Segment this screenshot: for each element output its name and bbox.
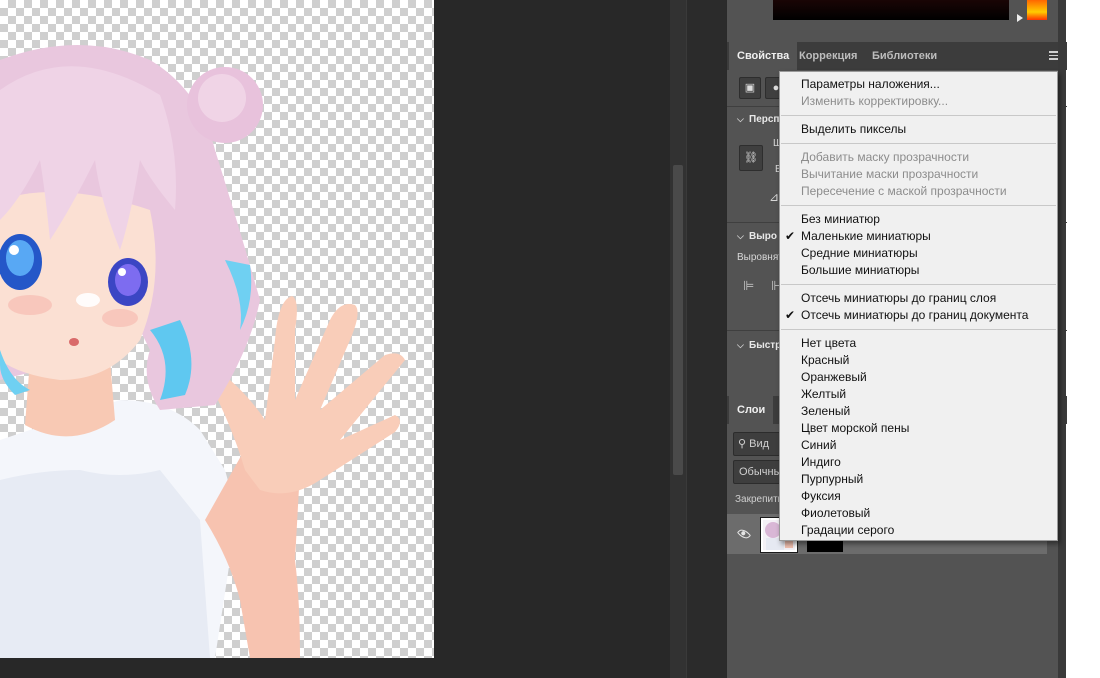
menu-item[interactable]: Красный: [780, 352, 1057, 369]
menu-item[interactable]: Нет цвета: [780, 335, 1057, 352]
menu-item-label: Параметры наложения...: [801, 77, 940, 91]
document-canvas[interactable]: [0, 0, 434, 658]
menu-item-label: Индиго: [801, 455, 841, 469]
menu-item-label: Без миниатюр: [801, 212, 880, 226]
visibility-eye-icon[interactable]: [736, 526, 752, 542]
layer-context-menu: Параметры наложения... Изменить корректир…: [779, 71, 1058, 541]
menu-item[interactable]: Параметры наложения...: [780, 76, 1057, 93]
tab-properties[interactable]: Свойства: [729, 42, 798, 70]
tab-libraries[interactable]: Библиотеки: [864, 42, 945, 70]
character-illustration: [0, 45, 405, 658]
chevron-down-icon: ⌵: [737, 114, 744, 124]
checkmark-icon: ✔: [785, 229, 796, 243]
menu-item-label: Вычитание маски прозрачности: [801, 167, 979, 181]
menu-item: Изменить корректировку...: [780, 93, 1057, 110]
section-transform-header[interactable]: ⌵ Персп: [737, 114, 779, 125]
menu-item: Пересечение с маской прозрачности: [780, 183, 1057, 200]
menu-item-label: Средние миниатюры: [801, 246, 918, 260]
lock-label: Закрепить: [735, 494, 783, 505]
layers-filter-label: Вид: [749, 438, 770, 450]
menu-item-label: Маленькие миниатюры: [801, 229, 931, 243]
menu-item-label: Синий: [801, 438, 837, 452]
align-label: Выровнят: [737, 252, 783, 263]
color-picker-field[interactable]: [773, 0, 1009, 20]
menu-item[interactable]: Зеленый: [780, 403, 1057, 420]
menu-item[interactable]: Пурпурный: [780, 471, 1057, 488]
menu-item[interactable]: ✔ Отсечь миниатюры до границ документа: [780, 307, 1057, 324]
hue-slider-marker[interactable]: [1017, 14, 1023, 22]
scrollbar-thumb[interactable]: [673, 165, 683, 475]
menu-item[interactable]: Фуксия: [780, 488, 1057, 505]
link-icon[interactable]: ⛓: [739, 145, 763, 171]
menu-item-label: Большие миниатюры: [801, 263, 920, 277]
menu-separator: [781, 205, 1056, 206]
align-left-icon[interactable]: ⊫: [743, 278, 754, 294]
menu-item-label: Выделить пикселы: [801, 122, 907, 136]
search-icon: ⚲: [738, 438, 747, 450]
menu-item-label: Пурпурный: [801, 472, 864, 486]
menu-item-label: Фиолетовый: [801, 506, 871, 520]
properties-tab-bar: Свойства Коррекция Библиотеки: [727, 42, 1067, 70]
checkmark-icon: ✔: [785, 308, 796, 322]
menu-separator: [781, 284, 1056, 285]
section-quick-actions-header[interactable]: ⌵ Быстр: [737, 340, 781, 351]
menu-item[interactable]: Большие миниатюры: [780, 262, 1057, 279]
menu-item-label: Пересечение с маской прозрачности: [801, 184, 1007, 198]
menu-item[interactable]: ✔ Маленькие миниатюры: [780, 228, 1057, 245]
menu-item[interactable]: Средние миниатюры: [780, 245, 1057, 262]
menu-item[interactable]: Цвет морской пены: [780, 420, 1057, 437]
chevron-down-icon: ⌵: [737, 340, 744, 350]
menu-item: Вычитание маски прозрачности: [780, 166, 1057, 183]
menu-item[interactable]: Градации серого: [780, 522, 1057, 539]
menu-item[interactable]: Оранжевый: [780, 369, 1057, 386]
chevron-down-icon: ⌵: [737, 231, 744, 241]
menu-item[interactable]: Синий: [780, 437, 1057, 454]
tab-adjustments[interactable]: Коррекция: [791, 42, 865, 70]
menu-item-label: Изменить корректировку...: [801, 94, 949, 108]
menu-item-label: Фуксия: [801, 489, 841, 503]
menu-item[interactable]: Отсечь миниатюры до границ слоя: [780, 290, 1057, 307]
menu-item[interactable]: Желтый: [780, 386, 1057, 403]
menu-item[interactable]: Фиолетовый: [780, 505, 1057, 522]
document-workspace[interactable]: [0, 0, 670, 678]
menu-item-label: Красный: [801, 353, 850, 367]
menu-separator: [781, 115, 1056, 116]
pixel-layer-icon[interactable]: ▣: [739, 77, 761, 99]
menu-item: Добавить маску прозрачности: [780, 149, 1057, 166]
canvas-vertical-scrollbar[interactable]: [670, 0, 686, 678]
menu-item-label: Отсечь миниатюры до границ слоя: [801, 291, 997, 305]
panel-scrollbar[interactable]: [1058, 0, 1066, 678]
hue-slider[interactable]: [1027, 0, 1047, 20]
menu-item[interactable]: Без миниатюр: [780, 211, 1057, 228]
panel-dock-strip: [686, 0, 726, 678]
section-align-header[interactable]: ⌵ Выро: [737, 231, 777, 242]
menu-item-label: Добавить маску прозрачности: [801, 150, 970, 164]
menu-item[interactable]: Индиго: [780, 454, 1057, 471]
menu-item[interactable]: Выделить пикселы: [780, 121, 1057, 138]
menu-item-label: Цвет морской пены: [801, 421, 910, 435]
menu-item-label: Желтый: [801, 387, 847, 401]
menu-item-label: Зеленый: [801, 404, 851, 418]
menu-separator: [781, 143, 1056, 144]
menu-item-label: Нет цвета: [801, 336, 857, 350]
menu-separator: [781, 329, 1056, 330]
angle-icon: ⊿: [769, 190, 780, 204]
menu-item-label: Оранжевый: [801, 370, 867, 384]
tab-layers[interactable]: Слои: [729, 396, 774, 424]
menu-item-label: Градации серого: [801, 523, 895, 537]
menu-item-label: Отсечь миниатюры до границ документа: [801, 308, 1029, 322]
